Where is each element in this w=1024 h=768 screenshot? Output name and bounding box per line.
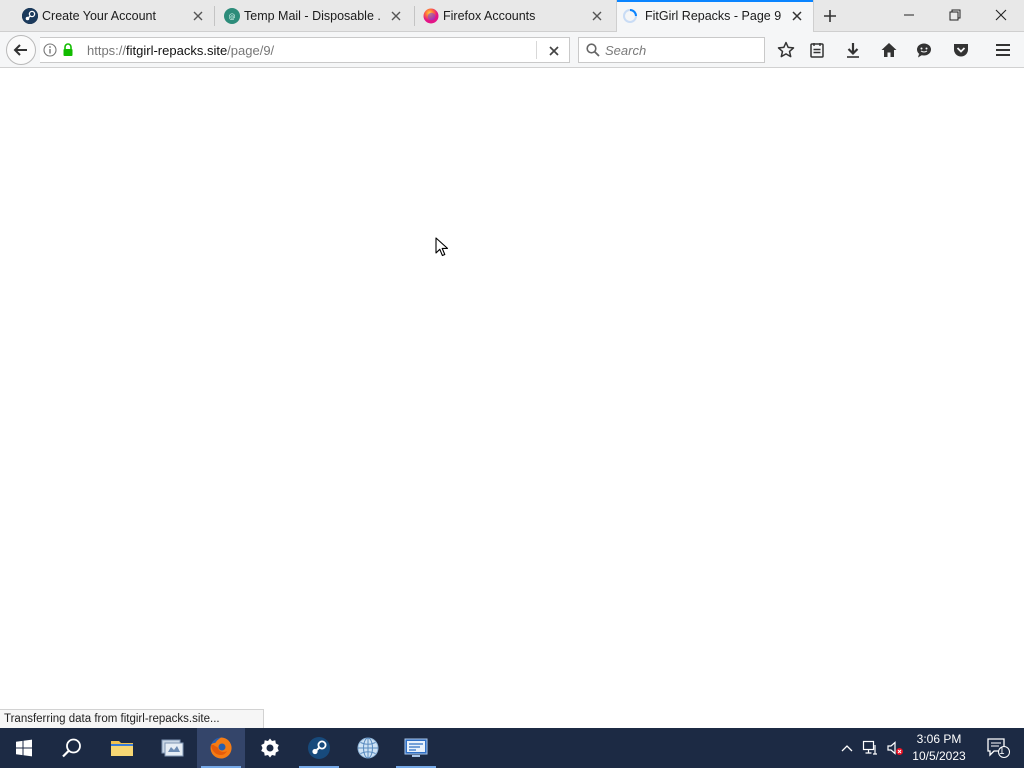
remote-app-icon: [404, 738, 428, 757]
tab-title: Firefox Accounts: [443, 9, 536, 23]
url-text[interactable]: https://fitgirl-repacks.site/page/9/: [87, 43, 274, 58]
firefox-icon: [423, 8, 439, 24]
tab-fitgirl-repacks[interactable]: FitGirl Repacks - Page 9 ...: [616, 0, 814, 32]
volume-tray-button[interactable]: [884, 728, 906, 768]
taskbar-file-explorer[interactable]: [98, 728, 146, 768]
taskbar-remote-app[interactable]: [392, 728, 440, 768]
status-panel: Transferring data from fitgirl-repacks.s…: [0, 709, 264, 728]
taskbar-steam[interactable]: [295, 728, 343, 768]
taskbar-search-button[interactable]: [48, 728, 96, 768]
pocket-button[interactable]: [949, 38, 973, 62]
start-icon: [16, 739, 32, 757]
close-tab-icon[interactable]: [388, 8, 404, 24]
search-icon: [62, 738, 81, 758]
notification-count-badge: 1: [999, 746, 1005, 757]
taskbar-settings[interactable]: [246, 728, 294, 768]
secure-lock-icon[interactable]: [62, 43, 74, 57]
tab-create-account[interactable]: Create Your Account: [20, 0, 215, 32]
bookmarks-library-button[interactable]: [805, 38, 829, 62]
hamburger-menu-icon: [996, 44, 1010, 56]
url-divider: [536, 41, 537, 59]
restore-icon: [949, 9, 961, 21]
taskbar-globe-app[interactable]: [344, 728, 392, 768]
download-arrow-icon: [847, 43, 859, 58]
open-menu-button[interactable]: [991, 38, 1015, 62]
new-tab-button[interactable]: [818, 6, 842, 26]
stop-loading-icon[interactable]: [547, 44, 561, 58]
system-app-icon: [161, 739, 184, 757]
network-icon: [862, 740, 877, 755]
close-icon: [995, 9, 1007, 21]
back-button[interactable]: [6, 35, 36, 65]
star-icon: [777, 41, 795, 58]
search-icon: [586, 43, 600, 57]
smiley-chat-icon: [917, 43, 931, 58]
chat-button[interactable]: [912, 38, 936, 62]
svg-text:@: @: [229, 13, 236, 21]
start-button[interactable]: [0, 728, 48, 768]
windows-taskbar: 3:06 PM 10/5/2023 1: [0, 728, 1024, 768]
volume-muted-icon: [887, 741, 903, 755]
search-input[interactable]: [605, 41, 755, 59]
steam-icon: [22, 8, 38, 24]
tab-separator: [214, 6, 215, 26]
page-content[interactable]: [0, 69, 1024, 728]
file-explorer-icon: [111, 741, 133, 756]
taskbar-system-app[interactable]: [148, 728, 196, 768]
minimize-icon: [904, 14, 914, 16]
url-host: fitgirl-repacks.site: [126, 43, 228, 58]
close-window-button[interactable]: [978, 0, 1024, 30]
bookmarks-list-icon: [810, 43, 824, 58]
minimize-button[interactable]: [886, 0, 932, 30]
downloads-button[interactable]: [841, 38, 865, 62]
chevron-up-icon: [841, 745, 853, 752]
firefox-icon: [210, 737, 232, 759]
search-bar[interactable]: [578, 37, 765, 63]
action-center-button[interactable]: 1: [978, 728, 1018, 768]
tab-strip: Create Your Account @ Temp Mail - Dispos…: [0, 0, 1024, 32]
steam-icon: [308, 737, 330, 759]
clock-date: 10/5/2023: [912, 749, 966, 763]
tab-title: Temp Mail - Disposable ...: [244, 9, 382, 23]
url-scheme: https://: [87, 43, 127, 58]
globe-app-icon: [357, 737, 379, 759]
back-arrow-icon: [13, 44, 27, 56]
close-tab-icon[interactable]: [190, 8, 206, 24]
navigation-toolbar: https://fitgirl-repacks.site/page/9/: [0, 32, 1024, 68]
tab-title: FitGirl Repacks - Page 9 ...: [645, 9, 785, 23]
mouse-cursor-icon: [435, 237, 449, 257]
clock-time: 3:06 PM: [916, 732, 962, 746]
url-path: /page/9/: [227, 43, 275, 58]
plus-icon: [824, 10, 836, 22]
tab-firefox-accounts[interactable]: Firefox Accounts: [421, 0, 614, 32]
close-tab-icon[interactable]: [789, 8, 805, 24]
taskbar-firefox[interactable]: [197, 728, 245, 768]
network-tray-button[interactable]: [860, 728, 882, 768]
settings-icon: [261, 738, 279, 758]
tab-separator: [414, 6, 415, 26]
home-button[interactable]: [877, 38, 901, 62]
restore-button[interactable]: [932, 0, 978, 30]
address-bar[interactable]: https://fitgirl-repacks.site/page/9/: [40, 37, 570, 63]
pocket-icon: [954, 44, 968, 57]
home-icon: [881, 43, 897, 57]
notifications-icon: [987, 738, 1010, 758]
tab-title: Create Your Account: [42, 9, 156, 23]
tab-temp-mail[interactable]: @ Temp Mail - Disposable ...: [222, 0, 415, 32]
site-info-icon[interactable]: [43, 43, 57, 57]
taskbar-clock[interactable]: 3:06 PM 10/5/2023: [905, 731, 973, 765]
close-tab-icon[interactable]: [589, 8, 605, 24]
bookmark-star-button[interactable]: [774, 38, 798, 62]
tempmail-icon: @: [224, 8, 240, 24]
show-hidden-icons-button[interactable]: [837, 728, 857, 768]
loading-spinner-icon: [622, 8, 638, 24]
